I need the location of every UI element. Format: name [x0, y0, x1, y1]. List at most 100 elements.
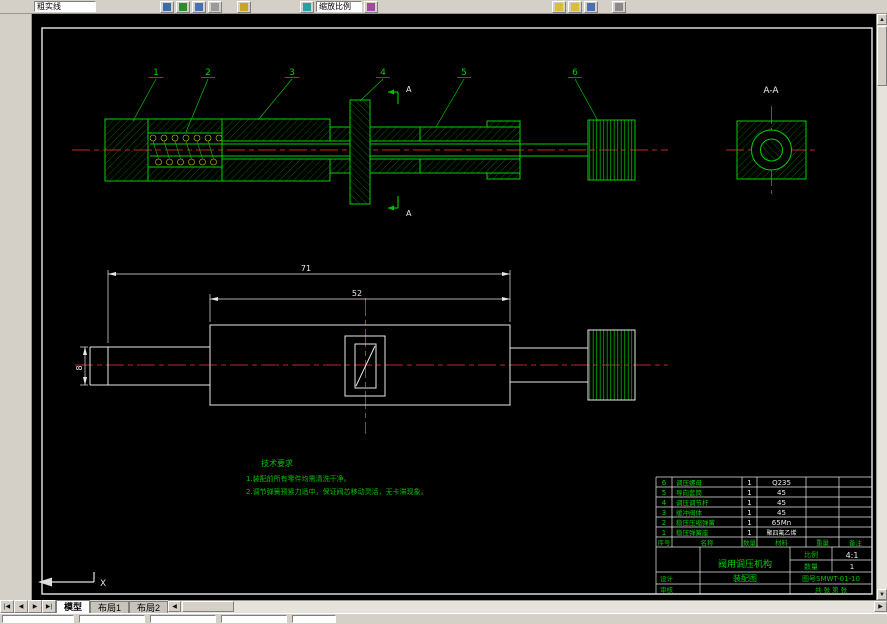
horizontal-scroll-thumb[interactable]: [182, 601, 235, 612]
save-icon: [195, 3, 203, 11]
tab-layout2[interactable]: 布局2: [129, 601, 169, 613]
balloon-2: 2: [205, 68, 211, 78]
scroll-left-button[interactable]: ◀: [168, 601, 182, 612]
cad-application-window: { "toolbar": { "layer_value": "粗实线", "zo…: [0, 0, 887, 624]
toolbar-button-3[interactable]: [192, 1, 206, 13]
sheet-info: 共 张 第 张: [815, 585, 848, 594]
arrow-up-icon: ▲: [879, 16, 885, 23]
part-material: 45: [777, 489, 786, 497]
drawing-number: 图号SMWT-01-10: [802, 575, 860, 583]
part-material: 45: [777, 499, 786, 507]
layout-tab-bar: |◀ ◀ ▶ ▶| 模型 布局1 布局2 ◀ ▶: [0, 600, 887, 613]
toolbar-button-11[interactable]: [612, 1, 626, 13]
part-material: 45: [777, 509, 786, 517]
parts-row: 3 缓冲阀体: [662, 508, 703, 517]
parts-row: 4 调压调节杆: [662, 498, 709, 507]
balloon-5: 5: [461, 68, 467, 78]
arrow-left-icon: ◀: [172, 604, 177, 610]
part-qty: 1: [747, 529, 751, 537]
designer-label: 设计: [660, 574, 674, 583]
parts-row: 6 调压螺母: [662, 478, 703, 487]
toolbar-button-1[interactable]: [160, 1, 174, 13]
qty-value: 1: [850, 563, 854, 571]
part-qty: 1: [747, 479, 751, 487]
part-no: 2: [662, 519, 666, 527]
pin: [349, 99, 371, 205]
part-no: 4: [662, 499, 667, 507]
toolbar-button-6[interactable]: [300, 1, 314, 13]
scale-value: 4:1: [846, 551, 859, 560]
tab-last-button[interactable]: ▶|: [42, 600, 56, 613]
status-pane-3: [150, 615, 216, 623]
parts-table-header: 序号 名称 数量 材料 重量 备注: [658, 538, 863, 547]
header-material: 材料: [775, 538, 789, 547]
part-name: 调压螺母: [676, 478, 703, 487]
model-space-canvas[interactable]: 1 2 3 4 5 6 A A A-A 71 52 8 技术要求 1.装配前所有…: [32, 14, 876, 600]
vertical-scrollbar[interactable]: ▲ ▼: [876, 14, 887, 600]
document-icon: [163, 3, 171, 11]
last-tab-icon: ▶|: [45, 604, 53, 610]
toolbar-button-7[interactable]: [364, 1, 378, 13]
notes-line-1: 1.装配前所有零件均需清洗干净。: [246, 474, 351, 483]
toolbar-button-2[interactable]: [176, 1, 190, 13]
star-icon: [555, 3, 563, 11]
checker-label: 审核: [660, 585, 674, 594]
section-view-assembly: [104, 99, 636, 205]
toolbar-button-4[interactable]: [208, 1, 222, 13]
status-pane-coords: [2, 615, 74, 623]
pan-icon: [303, 3, 311, 11]
status-pane-5: [292, 615, 336, 623]
qty-label: 数量: [804, 562, 818, 571]
section-aa-view: [736, 120, 807, 180]
part-material: 聚四氟乙烯: [766, 529, 796, 537]
zoom-icon: [367, 3, 375, 11]
cad-drawing: 1 2 3 4 5 6 A A A-A 71 52 8 技术要求 1.装配前所有…: [38, 27, 873, 595]
dimensions: [80, 270, 511, 386]
vertical-scroll-thumb[interactable]: [877, 26, 887, 86]
drawing-subtitle: 装配图: [733, 573, 757, 583]
settings-icon: [615, 3, 623, 11]
toolbar-button-10[interactable]: [584, 1, 598, 13]
part-name: 调压调节杆: [676, 498, 709, 507]
prev-tab-icon: ◀: [18, 604, 24, 610]
scroll-right-button[interactable]: ▶: [874, 601, 887, 612]
header-name: 名称: [701, 538, 715, 547]
part-material: Q235: [772, 479, 791, 487]
tab-next-button[interactable]: ▶: [28, 600, 42, 613]
part-no: 3: [662, 509, 666, 517]
zoom-scale-combo[interactable]: 缩放比例: [316, 1, 362, 12]
cut-label-bottom: A: [406, 209, 412, 218]
tab-model[interactable]: 模型: [56, 600, 91, 613]
layer-combo[interactable]: 粗实线: [34, 1, 96, 12]
notes-title: 技术要求: [261, 458, 293, 468]
balloon-numbers: 1 2 3 4 5 6: [153, 68, 578, 78]
tab-prev-button[interactable]: ◀: [14, 600, 28, 613]
header-weight: 重量: [816, 539, 830, 547]
header-remark: 备注: [849, 538, 863, 547]
layers-icon: [587, 3, 595, 11]
toolbar-button-8[interactable]: [552, 1, 566, 13]
parts-row: 2 稳压压缩弹簧: [662, 518, 716, 527]
tab-layout1[interactable]: 布局1: [90, 601, 130, 613]
part-no: 5: [662, 489, 666, 497]
ucs-icon: [38, 572, 95, 587]
part-name: 稳压压缩弹簧: [676, 518, 716, 527]
toolbar-button-5[interactable]: [237, 1, 251, 13]
balloon-6: 6: [572, 68, 578, 78]
horizontal-scrollbar[interactable]: ◀ ▶: [168, 600, 887, 613]
dim-overall: 71: [301, 264, 311, 273]
scroll-down-button[interactable]: ▼: [877, 589, 887, 600]
scroll-up-button[interactable]: ▲: [877, 14, 887, 25]
section-label: A-A: [763, 86, 779, 96]
part-no: 1: [662, 529, 666, 537]
toolbar-button-9[interactable]: [568, 1, 582, 13]
part-name: 导向套筒: [676, 488, 703, 497]
balloon-1: 1: [153, 68, 159, 78]
dim-body: 52: [352, 289, 362, 298]
sun-icon: [571, 3, 579, 11]
drawing-title: 阀用调压机构: [718, 558, 772, 570]
part-qty: 1: [747, 489, 751, 497]
status-pane-4: [221, 615, 287, 623]
tab-first-button[interactable]: |◀: [0, 600, 14, 613]
next-tab-icon: ▶: [32, 604, 38, 610]
